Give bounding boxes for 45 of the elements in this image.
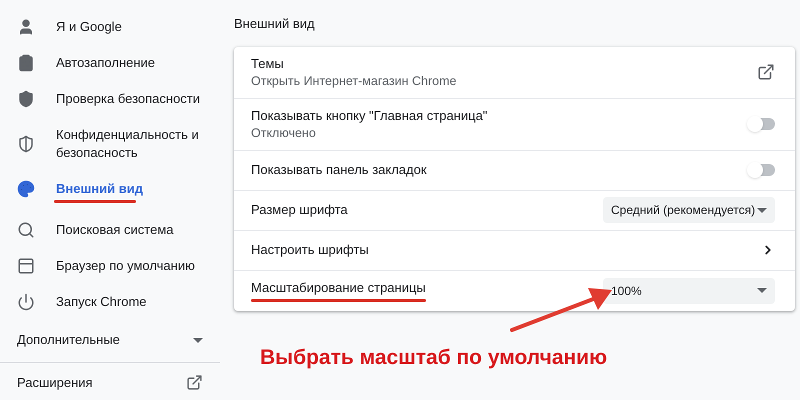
sidebar-label: Я и Google	[56, 18, 122, 36]
toggle-switch[interactable]	[747, 116, 775, 132]
sidebar-item[interactable]: Поисковая система	[0, 212, 220, 248]
setting-label: Масштабирование страницы	[251, 279, 426, 297]
setting-label: Размер шрифта	[251, 201, 348, 219]
sidebar-label: Браузер по умолчанию	[56, 257, 195, 275]
caret-icon	[757, 288, 767, 293]
setting-label: Показывать кнопку "Главная страница"	[251, 106, 488, 124]
sidebar-label: Конфиденциальность и безопасность	[56, 126, 200, 162]
setting-label: Темы	[251, 54, 285, 72]
sidebar-label: Внешний вид	[56, 180, 143, 198]
section-title: Внешний вид	[234, 15, 316, 33]
browser-window-icon	[17, 257, 35, 275]
dropdown-select[interactable]: 100%	[603, 278, 775, 304]
sidebar-label: Проверка безопасности	[56, 90, 200, 108]
person-icon	[17, 18, 35, 36]
caret-icon	[193, 338, 203, 342]
sidebar-item[interactable]: Проверка безопасности	[0, 81, 220, 117]
palette-icon	[17, 180, 35, 198]
external-link-icon[interactable]	[757, 63, 775, 81]
power-icon	[17, 293, 35, 311]
caret-icon	[757, 208, 767, 212]
annotation-text: Выбрать масштаб по умолчанию	[260, 344, 608, 370]
shield-icon	[17, 135, 35, 153]
sidebar-label: Автозаполнение	[56, 54, 156, 72]
dropdown-select[interactable]: Средний (рекомендуется)	[603, 197, 775, 223]
toggle-switch[interactable]	[747, 162, 775, 178]
sidebar-item[interactable]: Конфиденциальность и безопасность	[0, 117, 220, 171]
shield-check-icon	[17, 90, 35, 108]
sidebar-item[interactable]: Автозаполнение	[0, 45, 220, 81]
setting-description: Отключено	[251, 124, 317, 142]
sidebar-label: Поисковая система	[56, 221, 174, 239]
sidebar-item[interactable]: Браузер по умолчанию	[0, 248, 220, 284]
setting-label: Настроить шрифты	[251, 241, 369, 259]
clipboard-icon	[17, 54, 35, 72]
search-icon	[17, 221, 35, 239]
external-link-icon	[186, 374, 203, 392]
setting-description: Открыть Интернет-магазин Chrome	[251, 72, 456, 90]
setting-label: Показывать панель закладок	[251, 161, 427, 179]
sidebar-item[interactable]: Внешний вид	[0, 171, 220, 212]
sidebar-label: Запуск Chrome	[56, 293, 147, 311]
sidebar-item[interactable]: Я и Google	[0, 9, 220, 45]
sidebar-item[interactable]: Запуск Chrome	[0, 284, 220, 320]
advanced-section-toggle[interactable]: Дополнительные	[0, 330, 220, 350]
extensions-link[interactable]: Расширения	[0, 373, 220, 392]
